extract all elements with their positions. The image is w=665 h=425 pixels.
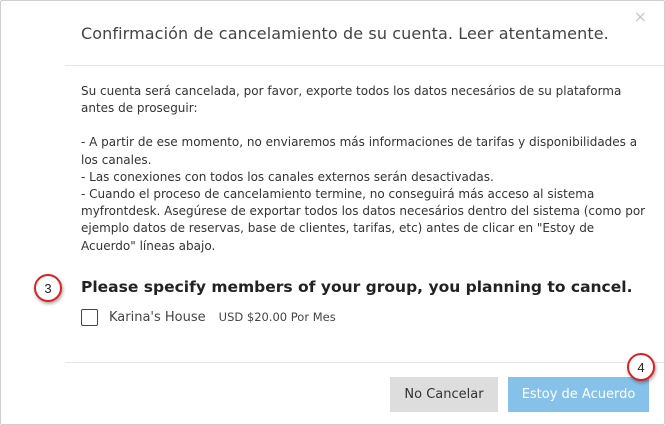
step-4-marker: 4 bbox=[627, 353, 655, 381]
footer-divider bbox=[65, 362, 664, 363]
header-divider bbox=[65, 65, 664, 66]
notice-line-connections: - Las conexiones con todos los canales e… bbox=[81, 169, 494, 184]
no-cancel-button[interactable]: No Cancelar bbox=[390, 377, 498, 412]
agree-button[interactable]: Estoy de Acuerdo bbox=[508, 377, 649, 412]
member-price: USD $20.00 Por Mes bbox=[218, 310, 336, 324]
intro-paragraph: Su cuenta será cancelada, por favor, exp… bbox=[81, 84, 622, 116]
group-members-heading: Please specify members of your group, yo… bbox=[81, 278, 633, 296]
notice-line-access: - Cuando el proceso de cancelamiento ter… bbox=[81, 187, 646, 253]
group-member-row: Karina's House USD $20.00 Por Mes bbox=[81, 306, 336, 328]
dialog-title: Confirmación de cancelamiento de su cuen… bbox=[81, 24, 609, 43]
step-3-marker: 3 bbox=[34, 274, 62, 302]
member-name: Karina's House bbox=[109, 309, 206, 325]
close-icon[interactable]: × bbox=[634, 9, 647, 25]
member-checkbox[interactable] bbox=[81, 308, 98, 326]
cancellation-dialog: × Confirmación de cancelamiento de su cu… bbox=[0, 0, 665, 425]
notice-line-rates: - A partir de ese momento, no enviaremos… bbox=[81, 135, 638, 167]
dialog-message: Su cuenta será cancelada, por favor, exp… bbox=[81, 83, 651, 255]
